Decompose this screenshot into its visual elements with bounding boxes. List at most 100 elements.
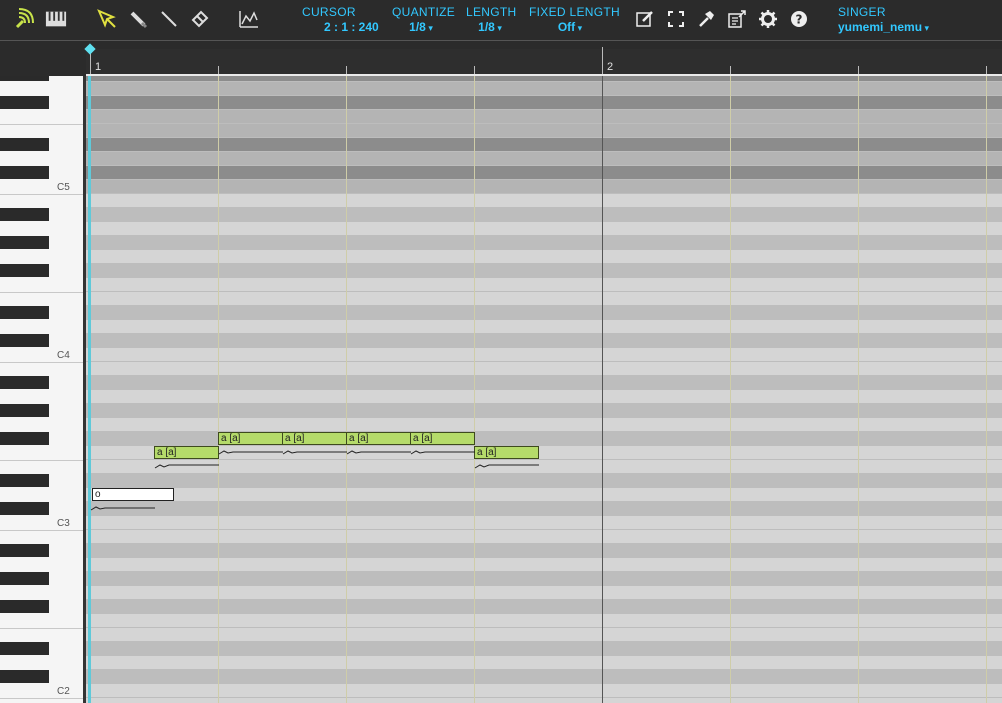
grid-row[interactable] — [86, 292, 1002, 306]
black-key[interactable] — [0, 334, 49, 347]
grid-row[interactable] — [86, 572, 1002, 586]
length-field[interactable]: LENGTH 1/8 — [466, 5, 516, 36]
grid-row[interactable] — [86, 194, 1002, 208]
black-key[interactable] — [0, 138, 49, 151]
pitch-curve[interactable] — [474, 462, 540, 470]
note[interactable]: a [a] — [474, 446, 539, 459]
pitch-curve[interactable] — [90, 504, 156, 512]
grid-row[interactable] — [86, 138, 1002, 152]
black-key[interactable] — [0, 208, 49, 221]
pitch-curve[interactable] — [410, 448, 476, 456]
grid-row[interactable] — [86, 96, 1002, 110]
black-key[interactable] — [0, 572, 49, 585]
note[interactable]: a [a] — [154, 446, 219, 459]
gear-icon[interactable] — [757, 8, 779, 30]
quantize-field[interactable]: QUANTIZE 1/8 — [392, 5, 455, 36]
black-key[interactable] — [0, 76, 49, 81]
black-key[interactable] — [0, 670, 49, 683]
fullscreen-icon[interactable] — [665, 8, 687, 30]
grid-row[interactable] — [86, 82, 1002, 96]
black-key[interactable] — [0, 600, 49, 613]
note[interactable]: a [a] — [410, 432, 475, 445]
grid-row[interactable] — [86, 502, 1002, 516]
black-key[interactable] — [0, 236, 49, 249]
black-key[interactable] — [0, 264, 49, 277]
black-key[interactable] — [0, 376, 49, 389]
pitch-curve[interactable] — [346, 448, 412, 456]
black-key[interactable] — [0, 502, 49, 515]
select-arrow-icon[interactable] — [96, 8, 118, 30]
grid-row[interactable] — [86, 124, 1002, 138]
black-key[interactable] — [0, 432, 49, 445]
grid-row[interactable] — [86, 236, 1002, 250]
grid-row[interactable] — [86, 614, 1002, 628]
grid-row[interactable] — [86, 222, 1002, 236]
grid-row[interactable] — [86, 320, 1002, 334]
grid-row[interactable] — [86, 152, 1002, 166]
edit-lyric-icon[interactable] — [634, 8, 656, 30]
piano-icon[interactable] — [45, 8, 67, 30]
pitch-curve[interactable] — [282, 448, 348, 456]
grid-row[interactable] — [86, 684, 1002, 698]
grid-row[interactable] — [86, 530, 1002, 544]
note-lyric-editor[interactable]: o — [92, 488, 174, 501]
fixed-length-field[interactable]: FIXED LENGTH Off — [529, 5, 620, 36]
grid-row[interactable] — [86, 306, 1002, 320]
black-key[interactable] — [0, 642, 49, 655]
grid-row[interactable] — [86, 250, 1002, 264]
singer-dropdown[interactable]: yumemi_nemu — [838, 19, 948, 36]
piano-keyboard[interactable]: C5 C4 C3 C2 — [0, 76, 86, 703]
grid-row[interactable] — [86, 642, 1002, 656]
help-icon[interactable]: ? — [788, 8, 810, 30]
grid-row[interactable] — [86, 516, 1002, 530]
export-score-icon[interactable] — [726, 8, 748, 30]
grid-row[interactable] — [86, 558, 1002, 572]
black-key[interactable] — [0, 306, 49, 319]
grid-row[interactable] — [86, 656, 1002, 670]
note[interactable]: a [a] — [346, 432, 411, 445]
grid-row[interactable] — [86, 600, 1002, 614]
hammer-icon[interactable] — [695, 8, 717, 30]
grid-row[interactable] — [86, 362, 1002, 376]
grid-row[interactable] — [86, 110, 1002, 124]
grid-row[interactable] — [86, 264, 1002, 278]
note-grid[interactable] — [86, 76, 1002, 703]
black-key[interactable] — [0, 474, 49, 487]
antenna-icon[interactable] — [14, 8, 36, 30]
grid-row[interactable] — [86, 208, 1002, 222]
grid-row[interactable] — [86, 628, 1002, 642]
eraser-icon[interactable] — [189, 8, 211, 30]
grid-row[interactable] — [86, 488, 1002, 502]
pitch-curve[interactable] — [218, 448, 284, 456]
quantize-dropdown[interactable]: 1/8 — [392, 19, 450, 36]
black-key[interactable] — [0, 544, 49, 557]
pitch-curve-icon[interactable] — [238, 8, 260, 30]
grid-row[interactable] — [86, 166, 1002, 180]
grid-row[interactable] — [86, 376, 1002, 390]
line-icon[interactable] — [158, 8, 180, 30]
note[interactable]: a [a] — [218, 432, 283, 445]
note[interactable]: a [a] — [282, 432, 347, 445]
grid-row[interactable] — [86, 460, 1002, 474]
grid-row[interactable] — [86, 348, 1002, 362]
ruler-strip[interactable]: 1 2 — [86, 47, 1002, 76]
fixed-length-dropdown[interactable]: Off — [529, 19, 611, 36]
grid-row[interactable] — [86, 404, 1002, 418]
grid-row[interactable] — [86, 698, 1002, 703]
grid-row[interactable] — [86, 586, 1002, 600]
grid-row[interactable] — [86, 418, 1002, 432]
grid-row[interactable] — [86, 334, 1002, 348]
black-key[interactable] — [0, 96, 49, 109]
grid-row[interactable] — [86, 180, 1002, 194]
grid-row[interactable] — [86, 390, 1002, 404]
grid-row[interactable] — [86, 670, 1002, 684]
grid-row[interactable] — [86, 544, 1002, 558]
length-dropdown[interactable]: 1/8 — [466, 19, 514, 36]
black-key[interactable] — [0, 166, 49, 179]
pitch-curve[interactable] — [154, 462, 220, 470]
pencil-icon[interactable] — [127, 8, 149, 30]
grid-row[interactable] — [86, 474, 1002, 488]
black-key[interactable] — [0, 404, 49, 417]
timeline-ruler[interactable]: 1 2 — [0, 42, 1002, 76]
singer-field[interactable]: SINGER yumemi_nemu — [838, 5, 948, 36]
